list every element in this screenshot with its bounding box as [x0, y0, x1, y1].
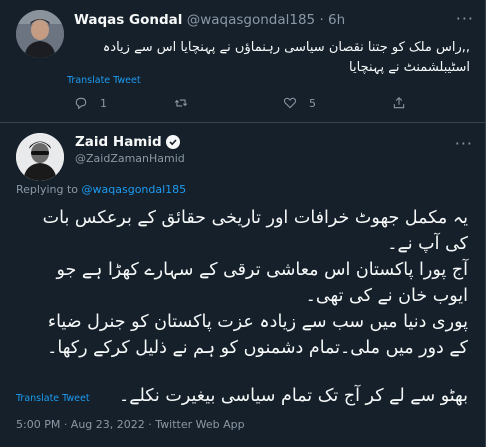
reply-icon [75, 97, 87, 110]
reply-button[interactable]: 1 [74, 96, 107, 110]
author-handle[interactable]: @waqasgondal185 [187, 12, 315, 28]
like-count: 5 [309, 96, 316, 110]
more-icon[interactable]: ··· [456, 9, 474, 28]
share-icon [393, 97, 405, 109]
heart-icon [283, 97, 297, 109]
tweet-time[interactable]: · 6h [319, 12, 345, 28]
replying-prefix: Replying to [16, 183, 79, 196]
tweet-text: یہ مکمل جھوٹ خرافات اور تاریخی حقائق کے … [16, 205, 468, 409]
verified-badge-icon [165, 135, 180, 149]
tweet-text-line: کے دور میں ملی۔تمام دشمنوں کو ہم نے ذلیل… [47, 338, 468, 358]
more-icon[interactable]: ··· [455, 134, 473, 153]
tweet-thread: Waqas Gondal @waqasgondal185 · 6h ··· ,,… [0, 0, 486, 447]
tweet-text-line: کی آپ نے۔ [387, 234, 468, 254]
tweet-timestamp[interactable]: 5:00 PM · Aug 23, 2022 · Twitter Web App [16, 418, 245, 431]
avatar[interactable] [16, 10, 64, 58]
share-button[interactable] [392, 96, 406, 110]
reply-count: 1 [100, 96, 107, 110]
checkmark-icon [169, 139, 177, 146]
reply-header: Waqas Gondal @waqasgondal185 · 6h [74, 12, 345, 28]
author-handle[interactable]: @ZaidZamanHamid [75, 152, 185, 165]
profile-photo-icon [16, 10, 64, 58]
like-button[interactable]: 5 [283, 96, 316, 110]
tweet-text-line: یہ مکمل جھوٹ خرافات اور تاریخی حقائق کے … [42, 208, 468, 228]
author-name[interactable]: Waqas Gondal [74, 12, 182, 28]
retweet-icon [174, 99, 188, 107]
profile-photo-icon [16, 133, 64, 181]
reply-text: ,,راس ملک کو جتنا نقصان سیاسی رہنماؤں نے… [74, 38, 470, 78]
tweet-text-line: آج پورا پاکستان اس معاشی ترقی کے سہارے ک… [56, 260, 468, 280]
replying-to-handle-link[interactable]: @waqasgondal185 [82, 183, 187, 196]
translate-tweet-link[interactable]: Translate Tweet [67, 75, 141, 86]
tweet-actions: 1 5 [74, 96, 470, 114]
reply-text-line: ,,راس ملک کو جتنا نقصان سیاسی رہنماؤں نے… [102, 40, 470, 55]
reply-tweet[interactable]: Waqas Gondal @waqasgondal185 · 6h ··· ,,… [0, 0, 486, 123]
tweet-text-line: ایوب خان نے کی تھی۔ [305, 286, 468, 306]
avatar[interactable] [16, 133, 64, 181]
author-name[interactable]: Zaid Hamid [75, 134, 162, 150]
replying-to: Replying to @waqasgondal185 [16, 183, 186, 196]
tweet-text-line: پوری دنیا میں سب سے زیادہ عزت پاکستان کو… [47, 312, 468, 332]
author-name-row: Zaid Hamid [75, 134, 180, 150]
translate-tweet-link[interactable]: Translate Tweet [16, 393, 90, 404]
retweet-button[interactable] [174, 96, 200, 110]
